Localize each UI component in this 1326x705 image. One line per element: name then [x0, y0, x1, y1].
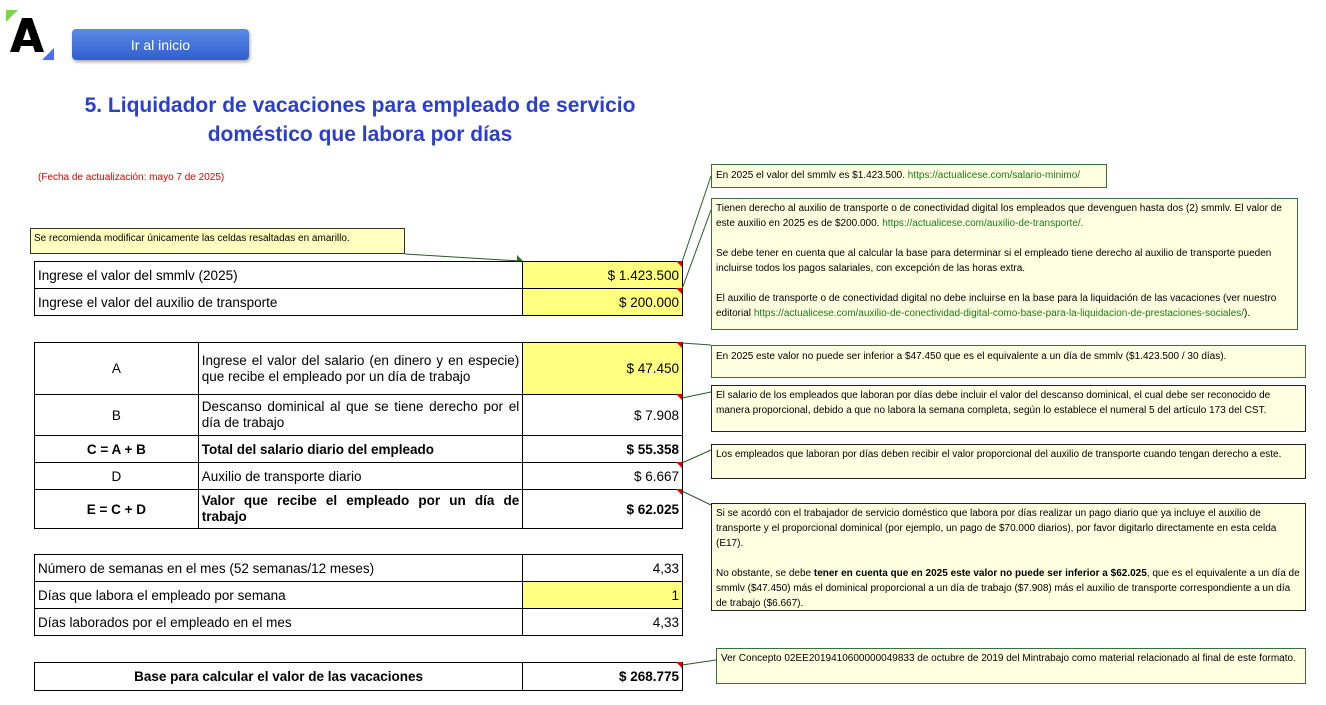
comment-marker[interactable]	[676, 462, 682, 468]
weeks-value: 4,33	[522, 554, 683, 582]
smmlv-label: Ingrese el valor del smmlv (2025)	[33, 261, 524, 289]
aux-transport-input[interactable]: $ 200.000	[522, 288, 683, 316]
row-c-label: Total del salario diario del empleado	[197, 435, 524, 463]
comment-sunday-rest: El salario de los empleados que laboran …	[711, 385, 1306, 432]
row-c-code: C = A + B	[34, 435, 199, 463]
comment-min-daily-salary: En 2025 este valor no puede ser inferior…	[711, 345, 1306, 378]
page-title: 5. Liquidador de vacaciones para emplead…	[84, 94, 636, 146]
row-c-value: $ 55.358	[522, 435, 683, 463]
comment-aux-transport: Tienen derecho al auxilio de transporte …	[711, 198, 1298, 330]
row-b-value: $ 7.908	[522, 394, 683, 436]
comment-marker[interactable]	[676, 662, 682, 668]
row-b-label: Descanso dominical al que se tiene derec…	[197, 394, 524, 436]
actualicese-logo[interactable]	[6, 10, 56, 60]
home-button[interactable]: Ir al inicio	[72, 29, 249, 60]
days-worked-label: Días laborados por el empleado en el mes	[33, 608, 524, 636]
comment-marker[interactable]	[676, 288, 682, 294]
days-per-week-label: Días que labora el empleado por semana	[33, 581, 524, 609]
row-e-code: E = C + D	[34, 489, 199, 529]
base-table: Base para calcular el valor de las vacac…	[33, 662, 683, 691]
salario-minimo-link[interactable]: https://actualicese.com/salario-minimo/	[908, 170, 1080, 181]
row-a-label: Ingrese el valor del salario (en dinero …	[197, 342, 524, 395]
weeks-table: Número de semanas en el mes (52 semanas/…	[33, 554, 683, 636]
weeks-label: Número de semanas en el mes (52 semanas/…	[33, 554, 524, 582]
comment-marker[interactable]	[676, 394, 682, 400]
comment-concepto: Ver Concepto 02EE2019410600000049833 de …	[716, 648, 1306, 684]
inputs-table: Ingrese el valor del smmlv (2025) $ 1.42…	[33, 261, 683, 316]
days-worked-value: 4,33	[522, 608, 683, 636]
conectividad-digital-link[interactable]: https://actualicese.com/auxilio-de-conec…	[754, 308, 1244, 319]
calc-table: A Ingrese el valor del salario (en diner…	[34, 342, 683, 529]
comment-daily-payment: Si se acordó con el trabajador de servic…	[711, 503, 1306, 611]
comment-smmlv: En 2025 el valor del smmlv es $1.423.500…	[711, 164, 1107, 188]
comment-marker[interactable]	[676, 261, 682, 267]
edit-hint-note: Se recomienda modificar únicamente las c…	[30, 228, 405, 254]
row-d-value: $ 6.667	[522, 462, 683, 490]
row-b-code: B	[34, 394, 199, 436]
days-per-week-input[interactable]: 1	[522, 581, 683, 609]
comment-marker[interactable]	[676, 489, 682, 495]
comment-daily-transport: Los empleados que laboran por días deben…	[711, 444, 1306, 479]
row-d-label: Auxilio de transporte diario	[197, 462, 524, 490]
row-a-code: A	[34, 342, 199, 395]
base-value: $ 268.775	[522, 662, 683, 691]
auxilio-transporte-link[interactable]: https://actualicese.com/auxilio-de-trans…	[882, 218, 1083, 229]
daily-salary-input[interactable]: $ 47.450	[522, 342, 683, 395]
row-d-code: D	[34, 462, 199, 490]
base-label: Base para calcular el valor de las vacac…	[33, 662, 524, 691]
smmlv-input[interactable]: $ 1.423.500	[522, 261, 683, 289]
row-e-label: Valor que recibe el empleado por un día …	[197, 489, 524, 529]
comment-marker[interactable]	[517, 255, 523, 261]
update-date-note: (Fecha de actualización: mayo 7 de 2025)	[38, 172, 225, 183]
row-e-value[interactable]: $ 62.025	[522, 489, 683, 529]
aux-transport-label: Ingrese el valor del auxilio de transpor…	[33, 288, 524, 316]
comment-marker[interactable]	[676, 342, 682, 348]
